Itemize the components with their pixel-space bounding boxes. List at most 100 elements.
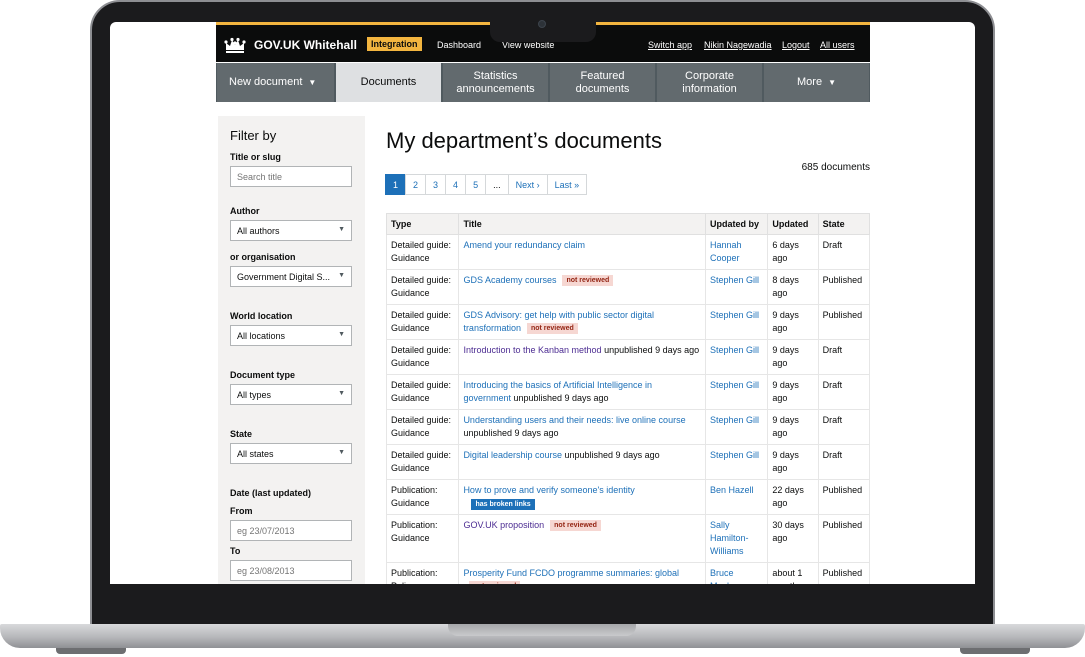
author-link[interactable]: Stephen Gill <box>710 450 759 460</box>
documents-table-body: Detailed guide: Guidance Amend your redun… <box>385 234 871 584</box>
select-caret-icon: ▼ <box>338 272 345 279</box>
updated-cell: about 1 month ago <box>767 562 819 584</box>
unpublished-note: unpublished 9 days ago <box>604 345 700 355</box>
nav-statistics-announcements[interactable]: Statistics announcements <box>443 63 548 102</box>
whitehall-site: GOV.UK Whitehall Integration Dashboard V… <box>216 22 871 584</box>
updated-time: about 1 month ago <box>772 568 803 584</box>
document-title-link[interactable]: Amend your redundancy claim <box>463 240 585 250</box>
to-date-input[interactable] <box>230 560 352 581</box>
document-state: Published <box>822 568 863 578</box>
document-type-cell: Publication: Policy paper <box>385 562 460 584</box>
updated-by-cell: Hannah Cooper <box>704 234 769 270</box>
documents-table: Type Title Updated by Updated State Deta… <box>385 213 871 584</box>
laptop-foot-left <box>56 648 126 654</box>
author-link[interactable]: Stephen Gill <box>710 415 759 425</box>
updated-cell: 9 days ago <box>767 444 819 480</box>
updated-cell: 9 days ago <box>767 374 819 410</box>
author-link[interactable]: Sally Hamilton-Williams <box>710 520 749 556</box>
all-users-link[interactable]: All users <box>820 40 855 50</box>
world-location-select[interactable]: All locations ▼ <box>230 325 352 346</box>
state-cell: Published <box>817 479 871 515</box>
author-link[interactable]: Hannah Cooper <box>710 240 742 263</box>
switch-app-link[interactable]: Switch app <box>648 40 692 50</box>
document-type: Publication: Policy paper <box>391 568 441 584</box>
next-page-button[interactable]: Next › <box>507 174 548 195</box>
world-location-filter-label: World location <box>230 311 293 321</box>
page-3-button[interactable]: 3 <box>425 174 447 195</box>
document-type: Detailed guide: Guidance <box>391 240 452 263</box>
document-title-link[interactable]: GOV.UK proposition <box>463 520 544 530</box>
organisation-filter-label: or organisation <box>230 252 296 262</box>
table-row: Detailed guide: Guidance GDS Advisory: ge… <box>385 304 871 340</box>
updated-by-cell: Stephen Gill <box>704 444 769 480</box>
nav-label: Corporate information <box>682 69 737 95</box>
nav-label: Statistics announcements <box>456 69 535 95</box>
table-row: Detailed guide: Guidance Digital leadersh… <box>385 444 871 480</box>
document-state: Draft <box>822 345 843 355</box>
document-count: 685 documents <box>801 162 870 173</box>
page-1-button[interactable]: 1 <box>385 174 407 195</box>
environment-badge: Integration <box>367 37 422 51</box>
author-select-value: All authors <box>237 226 280 236</box>
table-row: Detailed guide: Guidance Introduction to … <box>385 339 871 375</box>
document-type: Detailed guide: Guidance <box>391 380 452 403</box>
document-title-link[interactable]: Prosperity Fund FCDO programme summaries… <box>463 568 679 578</box>
table-row: Detailed guide: Guidance Introducing the … <box>385 374 871 410</box>
updated-time: 9 days ago <box>772 415 799 438</box>
document-type-cell: Detailed guide: Guidance <box>385 374 460 410</box>
state-cell: Draft <box>817 339 871 375</box>
document-title-link[interactable]: Understanding users and their needs: liv… <box>463 415 685 425</box>
document-title-link[interactable]: GDS Academy courses <box>463 275 556 285</box>
organisation-select[interactable]: Government Digital S... ▼ <box>230 266 352 287</box>
document-title-cell: Prosperity Fund FCDO programme summaries… <box>458 562 706 584</box>
page-2-button[interactable]: 2 <box>405 174 427 195</box>
date-filter-label: Date (last updated) <box>230 488 312 498</box>
author-link[interactable]: Stephen Gill <box>710 380 759 390</box>
document-title-cell: Amend your redundancy claim <box>458 234 706 270</box>
column-header-updated: Updated <box>767 213 819 235</box>
author-link[interactable]: Stephen Gill <box>710 310 759 320</box>
broken-links-badge: has broken links <box>471 499 535 510</box>
page-4-button[interactable]: 4 <box>445 174 467 195</box>
document-title-link[interactable]: Digital leadership course <box>463 450 562 460</box>
laptop-base-groove <box>448 624 636 636</box>
document-title-cell: GDS Advisory: get help with public secto… <box>458 304 706 340</box>
title-search-input[interactable] <box>230 166 352 187</box>
document-state: Published <box>822 485 863 495</box>
from-date-input[interactable] <box>230 520 352 541</box>
page-5-button[interactable]: 5 <box>465 174 487 195</box>
document-state: Draft <box>822 240 843 250</box>
author-select[interactable]: All authors ▼ <box>230 220 352 241</box>
updated-by-cell: Stephen Gill <box>704 269 769 305</box>
table-header-row: Type Title Updated by Updated State <box>385 213 871 235</box>
updated-cell: 8 days ago <box>767 269 819 305</box>
author-link[interactable]: Stephen Gill <box>710 345 759 355</box>
document-title-link[interactable]: Introduction to the Kanban method <box>463 345 601 355</box>
user-name-link[interactable]: Nikin Nagewadia <box>704 40 772 50</box>
organisation-select-value: Government Digital S... <box>237 272 331 282</box>
document-type: Publication: Guidance <box>391 520 438 543</box>
nav-corporate-information[interactable]: Corporate information <box>657 63 762 102</box>
author-link[interactable]: Stephen Gill <box>710 275 759 285</box>
dashboard-link[interactable]: Dashboard <box>437 40 481 50</box>
nav-featured-documents[interactable]: Featured documents <box>550 63 655 102</box>
state-select[interactable]: All states ▼ <box>230 443 352 464</box>
document-type-select[interactable]: All types ▼ <box>230 384 352 405</box>
updated-time: 8 days ago <box>772 275 799 298</box>
document-type-cell: Detailed guide: Guidance <box>385 339 460 375</box>
nav-more[interactable]: More ▼ <box>764 63 869 102</box>
brand-name[interactable]: GOV.UK Whitehall <box>254 38 357 52</box>
select-caret-icon: ▼ <box>338 449 345 456</box>
author-link[interactable]: Bruce Mackay <box>710 568 741 584</box>
nav-new-document[interactable]: New document ▼ <box>217 63 334 102</box>
nav-documents[interactable]: Documents <box>336 63 441 102</box>
last-page-button[interactable]: Last » <box>546 174 588 195</box>
logout-link[interactable]: Logout <box>782 40 810 50</box>
document-title-link[interactable]: How to prove and verify someone's identi… <box>463 485 634 495</box>
state-cell: Published <box>817 304 871 340</box>
updated-time: 9 days ago <box>772 450 799 473</box>
pagination: 1 2 3 4 5 ... Next › Last » <box>385 174 588 195</box>
from-date-label: From <box>230 506 253 516</box>
updated-by-cell: Bruce Mackay <box>704 562 769 584</box>
author-link[interactable]: Ben Hazell <box>710 485 754 495</box>
